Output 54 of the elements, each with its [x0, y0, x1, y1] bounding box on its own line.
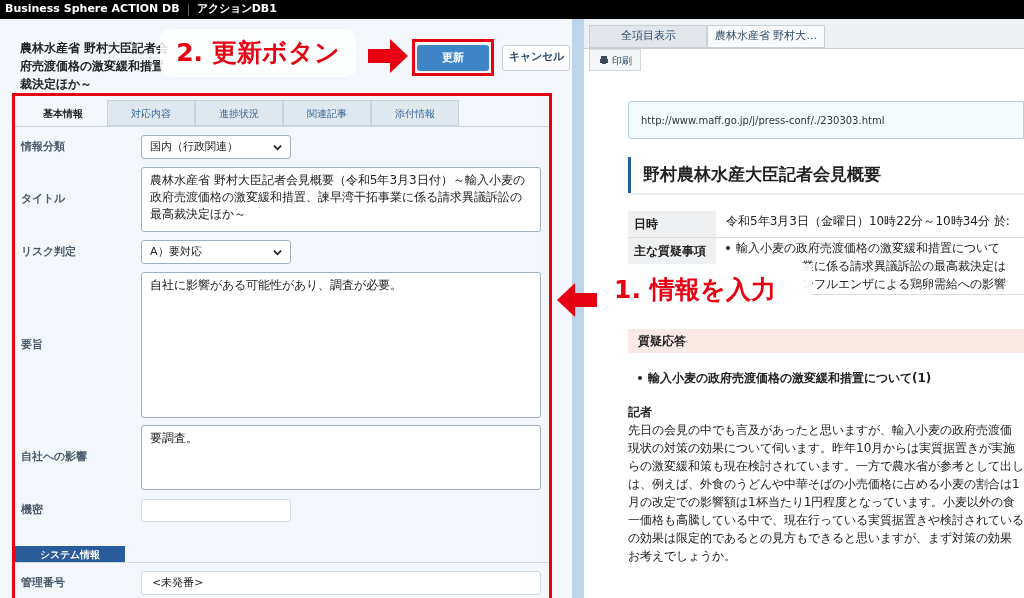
- input-field[interactable]: <未発番>: [141, 571, 541, 595]
- field-label: 機密: [21, 501, 44, 518]
- paragraph-line: 現状の対策の効果について伺います。昨年10月からは実質据置きが実施: [628, 440, 1016, 457]
- url-box: http://www.maff.go.jp/j/press-conf/./230303.html: [628, 101, 1024, 139]
- article-heading: 野村農林水産大臣記者会見概要: [628, 157, 1024, 193]
- paragraph-line: 一価格も高騰している中で、現在行っている実質据置きや検討されている: [628, 512, 1024, 529]
- topic-heading: 輸入小麦の政府売渡価格の激変緩和措置について(1): [648, 370, 932, 387]
- text-area[interactable]: 農林水産省 野村大臣記者会見概要（令和5年3月3日付）～輸入小麦の政府売渡価格の激変緩和措置、諫早湾干拓事業に係る請求異議訴訟の最高裁決定ほか～: [141, 167, 541, 232]
- product-name: Business Sphere ACTION DB: [5, 1, 180, 18]
- record-title: 府売渡価格の激変緩和措置: [20, 58, 164, 75]
- tab[interactable]: 添付情報: [371, 100, 459, 126]
- record-title: 裁決定ほか～: [20, 76, 92, 93]
- chevron-down-icon: [273, 142, 282, 152]
- paragraph-line: の効果は限定的であるとの見方もできると思いますが、まず対策の効果: [628, 530, 1012, 547]
- paragraph-line: らの激変緩和策も現在検討されています。一方で農水省が参考として出し: [628, 458, 1024, 475]
- tab[interactable]: 農林水産省 野村大...: [707, 25, 825, 48]
- dropdown[interactable]: A）要対応: [141, 240, 291, 264]
- table-cell: 業に係る請求異議訴訟の最高裁決定は: [802, 258, 1006, 274]
- database-name: アクションDB1: [196, 1, 277, 18]
- update-button[interactable]: 更新: [417, 45, 489, 72]
- table-cell: 令和5年3月3日（金曜日）10時22分～10時34分 於:: [726, 213, 1010, 229]
- field-label: 情報分類: [21, 138, 66, 155]
- cancel-button[interactable]: キャンセル: [502, 44, 570, 71]
- input-field[interactable]: [141, 498, 291, 522]
- text-area[interactable]: 自社に影響がある可能性があり、調査が必要。: [141, 272, 541, 418]
- paragraph-line: 先日の会見の中でも言及があったと思いますが、輸入小麦の政府売渡価: [628, 422, 1012, 439]
- section-header: 質疑応答: [628, 329, 1024, 353]
- paragraph-line: お考えでしょうか。: [628, 548, 736, 565]
- text-area[interactable]: 要調査。: [141, 425, 541, 490]
- field-label: 管理番号: [21, 574, 66, 591]
- tab[interactable]: 対応内容: [107, 100, 195, 126]
- paragraph-line: は、例えば、外食のうどんや中華そばの小売価格に占める小麦の割合は1: [628, 476, 1020, 493]
- bullet-icon: [726, 246, 730, 250]
- field-label: 自社への影響: [21, 449, 88, 466]
- tab[interactable]: 全項目表示: [589, 25, 707, 48]
- arrow-icon: [556, 280, 598, 320]
- printer-icon: [598, 55, 609, 65]
- paragraph-line: 月の改定での影響額は1杯当たり1円程度となっています。小麦以外の食: [628, 494, 1016, 511]
- tab[interactable]: 進捗状況: [195, 100, 283, 126]
- bullet-icon: [638, 376, 642, 380]
- record-title: 農林水産省 野村大臣記者会: [20, 40, 169, 57]
- chevron-down-icon: [273, 247, 282, 257]
- field-label: タイトル: [21, 191, 66, 208]
- field-label: 要旨: [21, 336, 44, 353]
- table-cell: ンフルエンザによる鶏卵需給への影響: [802, 276, 1006, 292]
- speaker-label: 記者: [628, 404, 653, 421]
- tab[interactable]: 関連記事: [283, 100, 371, 126]
- arrow-icon: [368, 36, 408, 76]
- field-label: リスク判定: [21, 243, 77, 260]
- print-button[interactable]: 印刷: [589, 49, 641, 71]
- table-cell: 輸入小麦の政府売渡価格の激変緩和措置について: [736, 240, 1000, 256]
- dropdown[interactable]: 国内（行政関連）: [141, 135, 291, 159]
- section-header: システム情報: [15, 546, 125, 562]
- table-header-cell: 日時: [628, 211, 716, 237]
